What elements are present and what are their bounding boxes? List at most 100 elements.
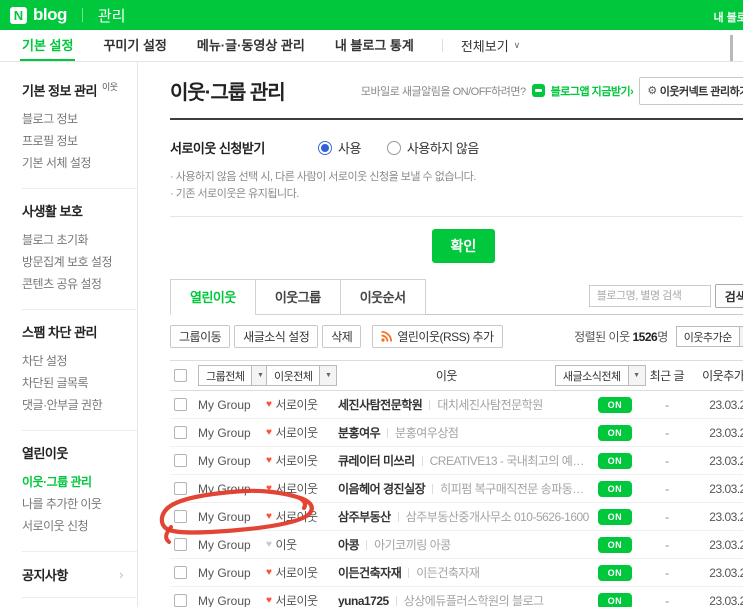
neighbor-connect-button[interactable]: ⚙ 이웃커넥트 관리하기 — [639, 76, 743, 105]
tab-이웃순서[interactable]: 이웃순서 — [339, 279, 426, 315]
neighbor-name[interactable]: 이음헤어 경진실장 — [338, 480, 426, 497]
news-on-toggle[interactable]: ON — [597, 508, 632, 525]
search-button[interactable]: 검색 — [714, 284, 743, 308]
neighbor-filter-select[interactable]: 이웃전체 ▼ — [266, 365, 338, 386]
table-row: My Group ♥ 서로이웃 yuna1725 상상에듀플러스학원의 블로그 ON -23… — [170, 587, 743, 607]
row-checkbox[interactable] — [174, 566, 187, 579]
sidebar-link-공지사항[interactable]: 공지사항 › — [22, 552, 137, 599]
tab-열린이웃[interactable]: 열린이웃 — [170, 279, 256, 315]
news-on-toggle[interactable]: ON — [597, 424, 632, 441]
name-divider — [421, 455, 423, 466]
toolbar-button-그룹이동[interactable]: 그룹이동 — [170, 325, 231, 348]
row-group: My Group — [198, 537, 251, 552]
neighbor-name[interactable]: yuna1725 — [338, 594, 389, 607]
sidebar-item-블로그 초기화[interactable]: 블로그 초기화 — [22, 229, 123, 251]
toolbar-button-삭제[interactable]: 삭제 — [322, 325, 362, 348]
add-rss-neighbor-button[interactable]: 열린이웃(RSS) 추가 — [372, 325, 503, 348]
relation-label: 서로이웃 — [275, 510, 318, 524]
row-recent-post: - — [665, 481, 669, 496]
neighbor-name[interactable]: 분홍여우 — [338, 424, 381, 441]
row-added-date: 23.03.29. — [709, 453, 743, 468]
top-green-bar: N blog 관리 내 블로그 — [0, 0, 743, 30]
news-filter-select[interactable]: 새글소식전체 ▼ — [554, 365, 646, 386]
row-checkbox[interactable] — [174, 426, 187, 439]
tab-이웃그룹[interactable]: 이웃그룹 — [254, 279, 341, 315]
sidebar-note: 이웃 — [101, 82, 118, 92]
naver-n-icon: N — [10, 6, 27, 24]
row-group: My Group — [198, 481, 251, 496]
neighbor-tabs: 열린이웃 이웃그룹 이웃순서 — [170, 279, 426, 315]
sidebar-item-차단 설정[interactable]: 차단 설정 — [22, 350, 123, 372]
news-on-toggle[interactable]: ON — [597, 536, 632, 553]
confirm-area: 확인 — [170, 229, 743, 263]
nav-tab-메뉴·글·동영상 관리[interactable]: 메뉴·글·동영상 관리 — [195, 30, 307, 61]
neighbor-name[interactable]: 삼주부동산 — [338, 508, 391, 525]
row-checkbox[interactable] — [174, 510, 187, 523]
row-checkbox[interactable] — [174, 538, 187, 551]
news-on-toggle[interactable]: ON — [597, 452, 632, 469]
row-added-date: 23.03.29. — [709, 593, 743, 607]
settings-nav: 기본 설정 꾸미기 설정 메뉴·글·동영상 관리 내 블로그 통계 전체보기 ∨ — [0, 30, 743, 62]
promo-question: 모바일로 새글알림을 ON/OFF하려면? — [360, 85, 526, 98]
row-checkbox[interactable] — [174, 482, 187, 495]
view-all-label: 전체보기 — [460, 39, 509, 54]
neighbor-name[interactable]: 이든건축자재 — [338, 564, 402, 581]
nav-tab-기본 설정[interactable]: 기본 설정 — [20, 30, 76, 61]
sidebar-item-차단된 글목록[interactable]: 차단된 글목록 — [22, 372, 123, 394]
nav-tab-꾸미기 설정[interactable]: 꾸미기 설정 — [101, 30, 168, 61]
sidebar-item-이웃·그룹 관리[interactable]: 이웃·그룹 관리 — [22, 471, 123, 493]
toolbar-button-새글소식 설정[interactable]: 새글소식 설정 — [234, 325, 319, 348]
news-on-toggle[interactable]: ON — [597, 396, 632, 413]
setting-notes: · 사용하지 않음 선택 시, 다른 사람이 서로이웃 신청을 보낼 수 없습니… — [170, 169, 743, 203]
sidebar-item-방문집계 보호 설정[interactable]: 방문집계 보호 설정 — [22, 251, 123, 273]
neighbor-name[interactable]: 아콩 — [338, 536, 360, 553]
row-neighbor: 삼주부동산 삼주부동산중개사무소 010-5626-1600 — [338, 508, 589, 525]
title-divider — [170, 118, 743, 120]
news-on-toggle[interactable]: ON — [597, 592, 632, 607]
row-neighbor: 이음헤어 경진실장 히피펌 복구매직전문 송파동… — [338, 480, 589, 497]
view-all-dropdown[interactable]: 전체보기 ∨ — [461, 30, 520, 61]
heart-icon: ♥ — [266, 511, 272, 522]
chevron-right-icon: › — [119, 567, 123, 583]
select-all-checkbox[interactable] — [174, 369, 187, 382]
search-input[interactable] — [588, 285, 711, 307]
nav-tab-내 블로그 통계[interactable]: 내 블로그 통계 — [333, 30, 416, 61]
scrollbar[interactable] — [730, 35, 733, 61]
sidebar-item-서로이웃 신청[interactable]: 서로이웃 신청 — [22, 515, 123, 537]
name-divider — [366, 539, 368, 550]
sidebar-item-콘텐츠 공유 설정[interactable]: 콘텐츠 공유 설정 — [22, 273, 123, 295]
row-neighbor: yuna1725 상상에듀플러스학원의 블로그 — [338, 592, 589, 607]
row-checkbox[interactable] — [174, 594, 187, 607]
sidebar-section: 열린이웃 이웃·그룹 관리 나를 추가한 이웃 서로이웃 신청 — [22, 431, 137, 553]
neighbor-name[interactable]: 세진사탐전문학원 — [338, 396, 423, 413]
sidebar-item-기본 서체 설정[interactable]: 기본 서체 설정 — [22, 152, 123, 174]
row-checkbox-cell — [170, 566, 198, 579]
blog-app-link[interactable]: 블로그앱 지금받기› — [551, 83, 634, 99]
row-checkbox[interactable] — [174, 398, 187, 411]
heart-icon: ♥ — [266, 399, 272, 410]
sidebar-item-나를 추가한 이웃[interactable]: 나를 추가한 이웃 — [22, 493, 123, 515]
sidebar-section-title: 스팸 차단 관리 — [22, 325, 97, 341]
radio-option-사용하지 않음[interactable]: 사용하지 않음 — [386, 138, 479, 157]
relation-label: 서로이웃 — [275, 594, 318, 607]
sidebar-item-프로필 정보[interactable]: 프로필 정보 — [22, 130, 123, 152]
row-checkbox[interactable] — [174, 454, 187, 467]
sidebar-item-블로그 정보[interactable]: 블로그 정보 — [22, 108, 123, 130]
neighbor-name[interactable]: 큐레이터 미쓰리 — [338, 452, 415, 469]
naver-blog-logo[interactable]: N blog 관리 — [10, 5, 126, 26]
my-blog-link[interactable]: 내 블로그 — [713, 9, 743, 25]
news-on-toggle[interactable]: ON — [597, 480, 632, 497]
sidebar-item-댓글·안부글 권한[interactable]: 댓글·안부글 권한 — [22, 394, 123, 416]
sorted-suffix: 명 — [657, 330, 668, 344]
toolbar-buttons: 그룹이동 새글소식 설정 삭제 — [170, 325, 362, 348]
mutual-request-setting: 서로이웃 신청받기 사용 사용하지 않음 — [170, 138, 743, 157]
sidebar-link-블로그 이용 Tip[interactable]: 블로그 이용 Tip› — [22, 598, 137, 607]
table-row: My Group ♥ 서로이웃 세진사탐전문학원 대치세진사탐전문학원 ON -23.03.… — [170, 391, 743, 419]
radio-option-사용[interactable]: 사용 — [318, 138, 361, 157]
group-filter-select[interactable]: 그룹전체 ▼ — [198, 365, 270, 386]
confirm-button[interactable]: 확인 — [431, 229, 496, 263]
news-on-toggle[interactable]: ON — [597, 564, 632, 581]
table-row: My Group♥서로이웃분홍여우분홍여우상점ON-23.03.29. — [170, 419, 743, 447]
sort-order-select[interactable]: 이웃추가순 ▼ — [675, 326, 743, 347]
main-panel: 이웃·그룹 관리 모바일로 새글알림을 ON/OFF하려면? 블로그앱 지금받기… — [138, 62, 743, 607]
